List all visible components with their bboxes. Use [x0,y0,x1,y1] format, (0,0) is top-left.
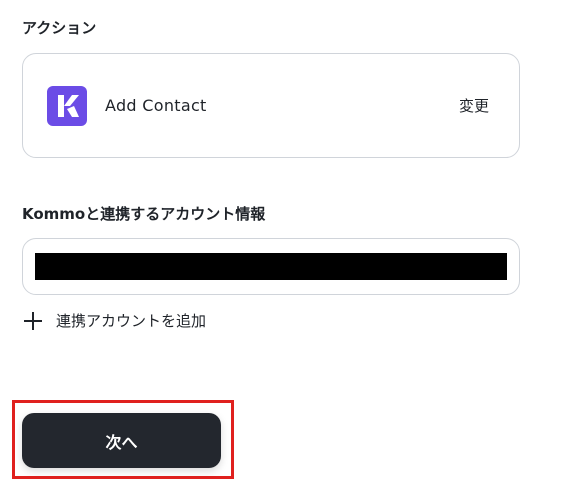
add-account-label: 連携アカウントを追加 [56,312,207,330]
account-section-label: Kommoと連携するアカウント情報 [22,205,266,223]
redacted-account-value [35,253,507,280]
action-section-label: アクション [22,19,97,37]
action-card: Add Contact 変更 [22,53,520,158]
next-button[interactable]: 次へ [22,413,221,468]
add-account-button[interactable]: 連携アカウントを追加 [24,308,206,334]
account-select[interactable] [22,238,520,295]
kommo-logo-icon [47,86,87,126]
plus-icon [24,312,42,330]
action-name: Add Contact [105,96,207,115]
change-action-link[interactable]: 変更 [459,95,489,117]
